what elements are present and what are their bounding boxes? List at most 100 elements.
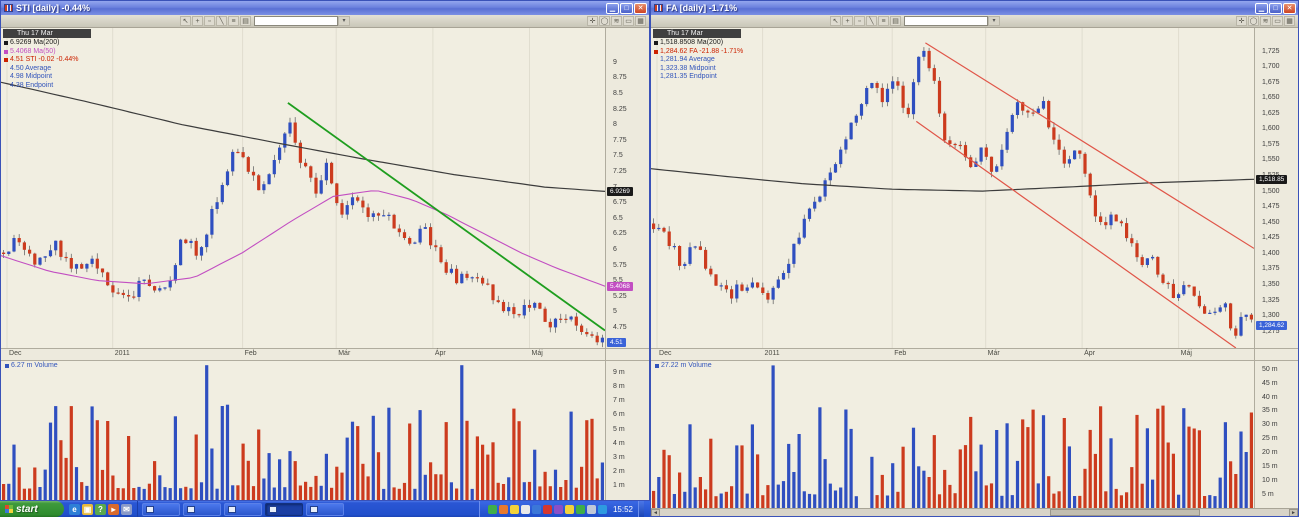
start-label: start <box>16 504 38 515</box>
window-thumbnail-icon <box>269 506 277 513</box>
rectangle-tool-icon[interactable]: ▭ <box>1272 16 1283 26</box>
scroll-right-icon[interactable]: ► <box>1289 509 1298 517</box>
ellipse-tool-icon[interactable]: ◯ <box>599 16 610 26</box>
maximize-button[interactable]: □ <box>1269 3 1282 14</box>
price-axis: 98.758.58.2587.757.57.2576.756.56.2565.7… <box>605 28 649 348</box>
tray-icon-2[interactable] <box>499 505 508 514</box>
tray-icon-6[interactable] <box>543 505 552 514</box>
pointer-icon[interactable]: ↖ <box>830 16 841 26</box>
price-tick: 1,400 <box>1262 250 1280 257</box>
volume-tick: 20 m <box>1262 449 1278 456</box>
minimize-button[interactable]: ▁ <box>606 3 619 14</box>
fibonacci-tool-icon[interactable]: ≡ <box>878 16 889 26</box>
indicator-tool-icon[interactable]: ▤ <box>240 16 251 26</box>
titlebar[interactable]: FA [daily] -1.71%▁□✕ <box>651 1 1298 15</box>
volume-tick: 35 m <box>1262 407 1278 414</box>
pointer-icon[interactable]: ↖ <box>180 16 191 26</box>
ellipse-tool-icon[interactable]: ◯ <box>1248 16 1259 26</box>
taskbar: start e▣?▸✉ 15:52 <box>0 501 650 517</box>
symbol-input[interactable] <box>254 16 338 26</box>
pan-icon[interactable]: ✛ <box>1236 16 1247 26</box>
magnifier-icon[interactable]: ▫ <box>854 16 865 26</box>
volume-tick: 7 m <box>613 397 625 404</box>
volume-chart[interactable]: 27.22 m Volume <box>651 361 1254 508</box>
legend-marker-icon <box>4 58 8 62</box>
price-tick: 1,600 <box>1262 125 1280 132</box>
taskbar-window-1[interactable] <box>142 503 180 516</box>
volume-tick: 25 m <box>1262 435 1278 442</box>
tray-icon-7[interactable] <box>554 505 563 514</box>
price-tick: 1,700 <box>1262 63 1280 70</box>
maximize-button[interactable]: □ <box>620 3 633 14</box>
price-tick: 1,350 <box>1262 281 1280 288</box>
horizontal-scrollbar[interactable]: ◄► <box>651 508 1298 516</box>
fibonacci-tool-icon[interactable]: ≡ <box>228 16 239 26</box>
rectangle-tool-icon[interactable]: ▭ <box>623 16 634 26</box>
price-tick: 1,500 <box>1262 188 1280 195</box>
legend-marker-icon <box>654 41 658 45</box>
scrollbar-track[interactable] <box>660 509 1289 517</box>
window-title: FA [daily] -1.71% <box>666 3 1255 13</box>
taskbar-window-2[interactable] <box>183 503 221 516</box>
price-chart[interactable]: Thu 17 Mar6.9269 Ma(200)5.4068 Ma(50)4.5… <box>1 28 605 348</box>
taskbar-window-5[interactable] <box>306 503 344 516</box>
app-icon <box>654 4 663 12</box>
save-icon[interactable]: ▦ <box>1284 16 1295 26</box>
tray-icon-11[interactable] <box>598 505 607 514</box>
time-tick: Máj <box>532 350 543 357</box>
screen-left: STI [daily] -0.44%▁□✕↖+▫╲≡▤ ▾ ✛◯≋▭▦ Thu 17 … <box>0 0 650 517</box>
taskbar-window-4[interactable] <box>265 503 303 516</box>
crosshair-icon[interactable]: + <box>842 16 853 26</box>
window-thumbnail-icon <box>310 506 318 513</box>
windows-flag-icon <box>5 505 13 513</box>
taskbar-end-cap <box>638 501 644 517</box>
symbol-input[interactable] <box>904 16 988 26</box>
save-icon[interactable]: ▦ <box>635 16 646 26</box>
crosshair-icon[interactable]: + <box>192 16 203 26</box>
time-tick: Feb <box>245 350 257 357</box>
volume-chart[interactable]: 6.27 m Volume <box>1 361 605 500</box>
tray-icon-8[interactable] <box>565 505 574 514</box>
close-button[interactable]: ✕ <box>1283 3 1296 14</box>
scrollbar-thumb[interactable] <box>1050 509 1200 516</box>
taskbar-window-3[interactable] <box>224 503 262 516</box>
media-player-icon[interactable]: ▸ <box>108 504 119 515</box>
tray-icon-9[interactable] <box>576 505 585 514</box>
price-tick: 5 <box>613 308 617 315</box>
legend-line: 1,281.35 Endpoint <box>653 73 743 82</box>
channel-tool-icon[interactable]: ≋ <box>611 16 622 26</box>
tray-icon-3[interactable] <box>510 505 519 514</box>
price-tick: 1,575 <box>1262 141 1280 148</box>
scroll-left-icon[interactable]: ◄ <box>651 509 660 517</box>
channel-tool-icon[interactable]: ≋ <box>1260 16 1271 26</box>
internet-explorer-icon[interactable]: e <box>69 504 80 515</box>
price-tick: 1,550 <box>1262 156 1280 163</box>
tray-icon-4[interactable] <box>521 505 530 514</box>
system-tray: 15:52 <box>479 501 650 517</box>
close-button[interactable]: ✕ <box>634 3 647 14</box>
trendline-tool-icon[interactable]: ╲ <box>866 16 877 26</box>
help-icon[interactable]: ? <box>95 504 106 515</box>
start-button[interactable]: start <box>0 501 64 517</box>
price-tick: 6.5 <box>613 215 623 222</box>
tray-icon-10[interactable] <box>587 505 596 514</box>
trendline-tool-icon[interactable]: ╲ <box>216 16 227 26</box>
minimize-button[interactable]: ▁ <box>1255 3 1268 14</box>
indicator-tool-icon[interactable]: ▤ <box>890 16 901 26</box>
legend-marker-icon <box>4 41 8 45</box>
symbol-go-button[interactable]: ▾ <box>988 16 1000 26</box>
time-tick: Már <box>988 350 1000 357</box>
price-chart[interactable]: Thu 17 Mar1,518.8508 Ma(200)1,284.62 FA … <box>651 28 1254 348</box>
chart-toolbar: ↖+▫╲≡▤ ▾ ✛◯≋▭▦ <box>1 15 649 28</box>
tray-icon-5[interactable] <box>532 505 541 514</box>
volume-tick: 4 m <box>613 440 625 447</box>
taskbar-window-buttons <box>138 501 479 517</box>
tray-icon-1[interactable] <box>488 505 497 514</box>
legend-line: 1,284.62 FA -21.88 -1.71% <box>653 48 743 57</box>
pan-icon[interactable]: ✛ <box>587 16 598 26</box>
symbol-go-button[interactable]: ▾ <box>338 16 350 26</box>
folder-icon[interactable]: ▣ <box>82 504 93 515</box>
titlebar[interactable]: STI [daily] -0.44%▁□✕ <box>1 1 649 15</box>
mail-icon[interactable]: ✉ <box>121 504 132 515</box>
magnifier-icon[interactable]: ▫ <box>204 16 215 26</box>
